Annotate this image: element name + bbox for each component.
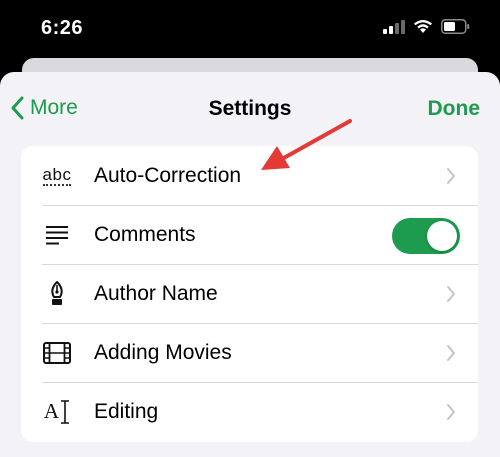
status-bar: 6:26 [0,0,500,62]
row-label: Auto-Correction [94,163,242,187]
battery-icon [441,19,470,34]
row-adding-movies[interactable]: Adding Movies [21,323,478,382]
row-editing[interactable]: A Editing [21,382,478,441]
row-label: Editing [94,399,159,423]
chevron-right-icon [447,286,455,302]
spellcheck-glyph: abc [42,164,72,186]
row-label: Comments [94,222,196,246]
chevron-right-icon [447,168,455,184]
toggle-knob [427,221,457,251]
row-auto-correction[interactable]: abc Auto-Correction [21,146,478,205]
done-button[interactable]: Done [428,97,481,121]
spellcheck-icon: abc [39,161,75,191]
settings-sheet: More Settings Done abc Auto-Correction C… [0,72,500,457]
chevron-right-icon [447,404,455,420]
status-time: 6:26 [41,17,84,39]
settings-list: abc Auto-Correction Comments Author Name… [21,146,478,442]
text-cursor-glyph: A [43,399,60,423]
page-title: Settings [208,97,292,120]
film-icon [39,338,75,368]
navigation-bar: More Settings Done [0,72,500,146]
text-cursor-icon: A [39,397,75,427]
row-comments: Comments [21,205,478,264]
comments-toggle[interactable] [392,218,460,254]
chevron-right-icon [447,345,455,361]
cellular-signal-icon [383,19,405,34]
status-icons [383,19,470,34]
comment-lines-icon [39,220,75,250]
row-author-name[interactable]: Author Name [21,264,478,323]
row-label: Author Name [94,281,218,305]
pen-nib-icon [39,279,75,309]
wifi-icon [414,20,432,33]
row-label: Adding Movies [94,340,232,364]
